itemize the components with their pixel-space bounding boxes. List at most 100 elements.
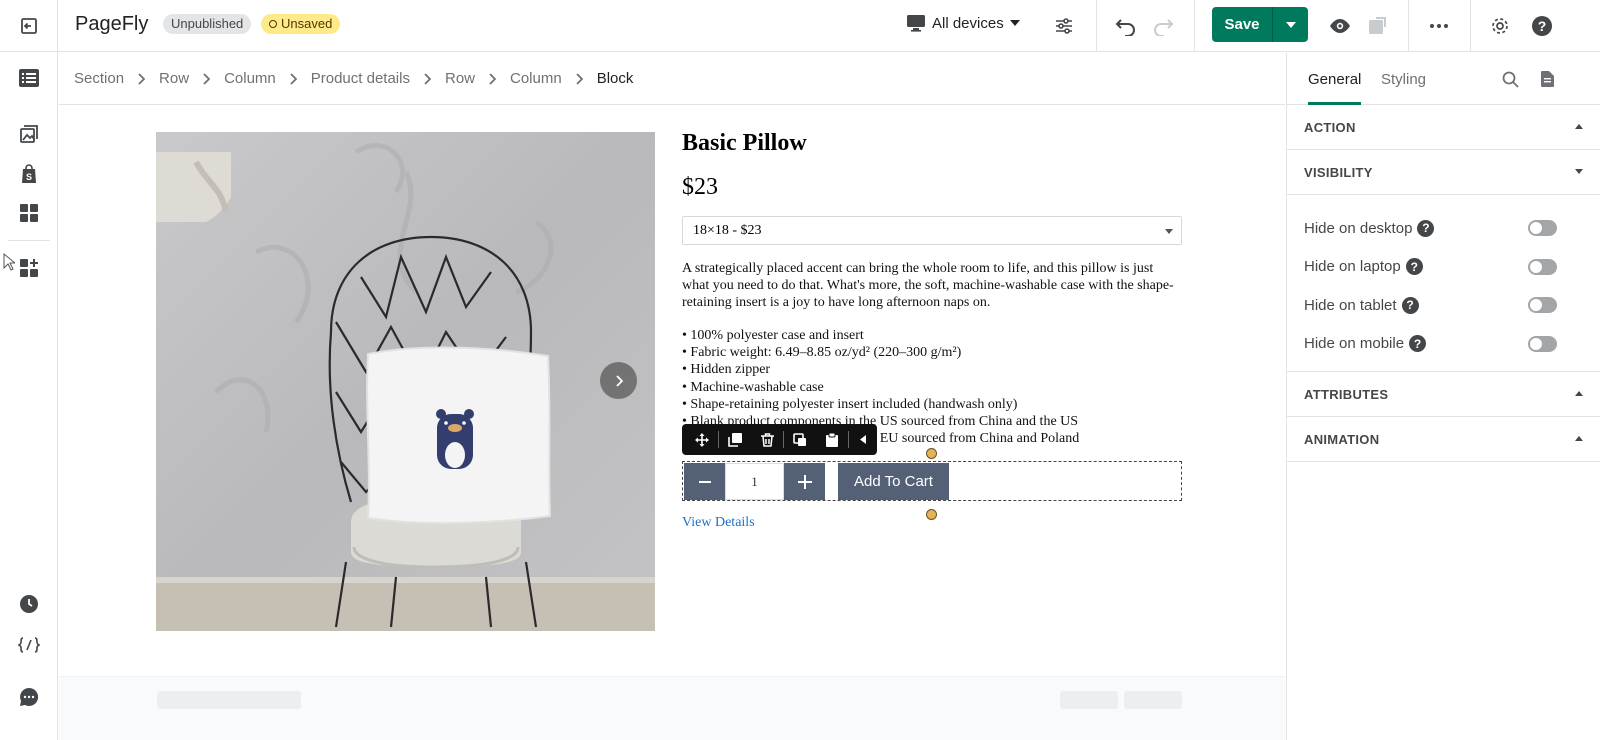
redo-button[interactable]: [1147, 10, 1179, 42]
caret-down-icon: [1009, 20, 1020, 26]
footer-placeholder: [59, 676, 1285, 740]
duplicate-icon: [728, 432, 742, 447]
section-visibility-header[interactable]: VISIBILITY: [1287, 150, 1600, 195]
exit-editor-button[interactable]: [0, 0, 58, 52]
section-attributes-header[interactable]: ATTRIBUTES: [1287, 372, 1600, 417]
help-button[interactable]: ?: [1526, 10, 1558, 42]
shopify-button[interactable]: S: [17, 162, 41, 186]
copy-icon: [793, 432, 806, 446]
hide-on-tablet-toggle[interactable]: [1528, 297, 1557, 313]
caret-up-icon: [1575, 436, 1583, 441]
breadcrumb-item-row[interactable]: Row: [159, 70, 189, 87]
hide-on-laptop-toggle[interactable]: [1528, 258, 1557, 275]
variant-select[interactable]: 18×18 - $23: [682, 216, 1182, 245]
product-description: A strategically placed accent can bring …: [682, 261, 1174, 310]
move-icon: [695, 432, 709, 447]
breadcrumb-item-section[interactable]: Section: [74, 70, 124, 87]
hide-on-mobile-toggle[interactable]: [1528, 335, 1557, 352]
add-to-cart-button[interactable]: Add To Cart: [838, 463, 949, 500]
undo-icon: [1115, 19, 1135, 36]
save-options-button[interactable]: [1272, 7, 1308, 42]
breadcrumb: Section Row Column Product details Row C…: [59, 53, 1285, 105]
quantity-increase-button[interactable]: [784, 463, 825, 500]
section-animation-header[interactable]: ANIMATION: [1287, 417, 1600, 462]
caret-up-icon: [1575, 391, 1583, 396]
chat-support-button[interactable]: [17, 685, 41, 709]
toolbar-divider: [1096, 0, 1097, 52]
page-outline-button[interactable]: [17, 66, 41, 90]
save-button-group: Save: [1212, 7, 1308, 42]
preview-button[interactable]: [1324, 10, 1356, 42]
device-selector[interactable]: All devices: [906, 14, 1020, 32]
toolbar-divider: [1194, 0, 1195, 52]
more-options-button[interactable]: [1423, 10, 1455, 42]
media-library-button[interactable]: [17, 122, 41, 146]
sections-button[interactable]: [17, 201, 41, 225]
breadcrumb-item-block[interactable]: Block: [597, 70, 634, 87]
section-visibility-title: VISIBILITY: [1304, 164, 1373, 180]
duplicate-element-button[interactable]: [719, 424, 751, 455]
document-button[interactable]: [1537, 69, 1557, 89]
clipboard-icon: [826, 432, 838, 447]
toolbar-divider: [1408, 0, 1409, 52]
help-icon[interactable]: ?: [1417, 219, 1435, 237]
resize-handle-bottom[interactable]: [926, 509, 937, 520]
section-action-header[interactable]: ACTION: [1287, 105, 1600, 150]
sliders-icon: [1056, 18, 1072, 34]
device-selector-label: All devices: [932, 14, 1004, 32]
move-element-button[interactable]: [686, 424, 718, 455]
visibility-row-mobile: Hide on mobile ?: [1287, 325, 1600, 364]
paste-element-button[interactable]: [816, 424, 848, 455]
mouse-cursor-icon: [3, 253, 15, 271]
tab-general[interactable]: General: [1308, 71, 1362, 105]
chat-icon: [20, 687, 39, 706]
variant-select-value: 18×18 - $23: [693, 223, 762, 238]
quantity-decrease-button[interactable]: [684, 463, 725, 500]
editor-settings-button[interactable]: [1484, 10, 1516, 42]
search-button[interactable]: [1500, 69, 1520, 89]
editor-canvas: Basic Pillow $23 18×18 - $23 A strategic…: [59, 106, 1285, 740]
breadcrumb-item-row[interactable]: Row: [445, 70, 475, 87]
visibility-options: Hide on desktop ? Hide on laptop ? Hide …: [1287, 195, 1600, 372]
resize-handle-top[interactable]: [926, 448, 937, 459]
breadcrumb-item-column[interactable]: Column: [510, 70, 562, 87]
add-grid-icon: [20, 259, 38, 277]
section-animation-title: ANIMATION: [1304, 431, 1380, 447]
chevron-right-icon: [615, 374, 623, 387]
view-details-link[interactable]: View Details: [682, 515, 755, 531]
visibility-row-laptop: Hide on laptop ?: [1287, 248, 1600, 287]
help-icon[interactable]: ?: [1405, 258, 1423, 276]
delete-element-button[interactable]: [751, 424, 783, 455]
plus-icon: [797, 474, 812, 489]
exit-icon: [20, 18, 37, 34]
add-element-button[interactable]: [17, 256, 41, 280]
caret-down-icon: [1165, 229, 1173, 234]
collapse-toolbar-button[interactable]: [849, 424, 877, 455]
quantity-input[interactable]: [725, 463, 784, 500]
breadcrumb-item-column[interactable]: Column: [224, 70, 276, 87]
custom-code-button[interactable]: [17, 633, 41, 657]
save-button[interactable]: Save: [1212, 7, 1272, 42]
product-image[interactable]: [156, 132, 655, 631]
status-dot-icon: [269, 20, 277, 28]
breadcrumb-item-product-details[interactable]: Product details: [311, 70, 410, 87]
placeholder-bar: [1124, 691, 1182, 709]
clock-icon: [20, 595, 38, 613]
copy-element-button[interactable]: [784, 424, 816, 455]
caret-down-icon: [1575, 169, 1583, 174]
visibility-label: Hide on mobile: [1304, 335, 1405, 353]
help-icon[interactable]: ?: [1409, 335, 1427, 353]
hide-on-desktop-toggle[interactable]: [1528, 220, 1557, 236]
list-item: • Shape-retaining polyester insert inclu…: [682, 396, 1018, 412]
next-image-button[interactable]: [600, 362, 637, 399]
preview-live-button[interactable]: [1361, 10, 1393, 42]
section-action-title: ACTION: [1304, 119, 1356, 135]
history-button[interactable]: [17, 592, 41, 616]
help-icon[interactable]: ?: [1401, 296, 1419, 314]
undo-button[interactable]: [1110, 10, 1142, 42]
top-bar: PageFly Unpublished Unsaved All devices …: [0, 0, 1600, 52]
chevron-right-icon: [489, 72, 496, 85]
tab-styling[interactable]: Styling: [1381, 71, 1426, 88]
visibility-label: Hide on tablet: [1304, 296, 1397, 314]
page-settings-button[interactable]: [1048, 10, 1080, 42]
